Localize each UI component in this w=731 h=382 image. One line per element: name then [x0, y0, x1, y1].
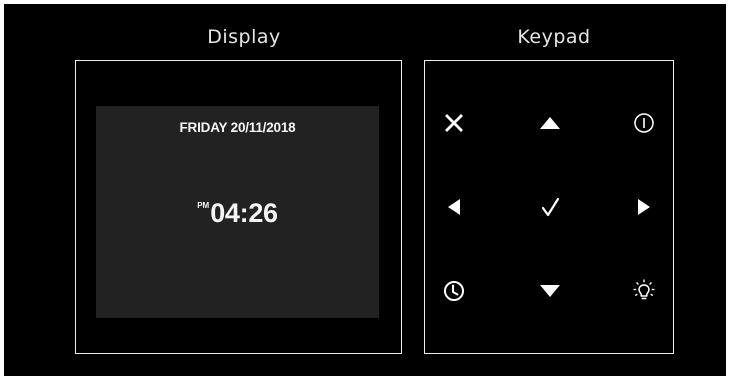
time-value: 04:26 [210, 198, 278, 228]
ampm-indicator: PM [197, 201, 210, 210]
cancel-button[interactable] [434, 103, 474, 143]
clock-button[interactable] [434, 271, 474, 311]
power-button[interactable] [624, 103, 664, 143]
arrow-up-icon [540, 117, 560, 129]
up-button[interactable] [530, 103, 570, 143]
keypad-panel [424, 60, 674, 354]
clock-icon [444, 281, 464, 301]
right-button[interactable] [624, 187, 664, 227]
light-button[interactable] [624, 271, 664, 311]
lightbulb-icon [633, 279, 655, 300]
display-heading: Display [207, 26, 281, 48]
down-button[interactable] [530, 271, 570, 311]
time-readout: PM04:26 [96, 198, 379, 229]
power-icon [634, 113, 654, 133]
date-readout: FRIDAY 20/11/2018 [179, 120, 296, 135]
arrow-left-icon [448, 199, 460, 215]
arrow-down-icon [540, 285, 560, 297]
close-icon [445, 114, 463, 132]
lcd-screen: FRIDAY 20/11/2018 PM04:26 [96, 106, 379, 318]
arrow-right-icon [638, 199, 650, 215]
left-button[interactable] [434, 187, 474, 227]
display-panel: FRIDAY 20/11/2018 PM04:26 [75, 60, 402, 354]
confirm-button[interactable] [530, 187, 570, 227]
device-frame: Display Keypad FRIDAY 20/11/2018 PM04:26 [4, 4, 726, 376]
keypad-heading: Keypad [517, 26, 591, 48]
checkmark-icon [541, 197, 560, 217]
